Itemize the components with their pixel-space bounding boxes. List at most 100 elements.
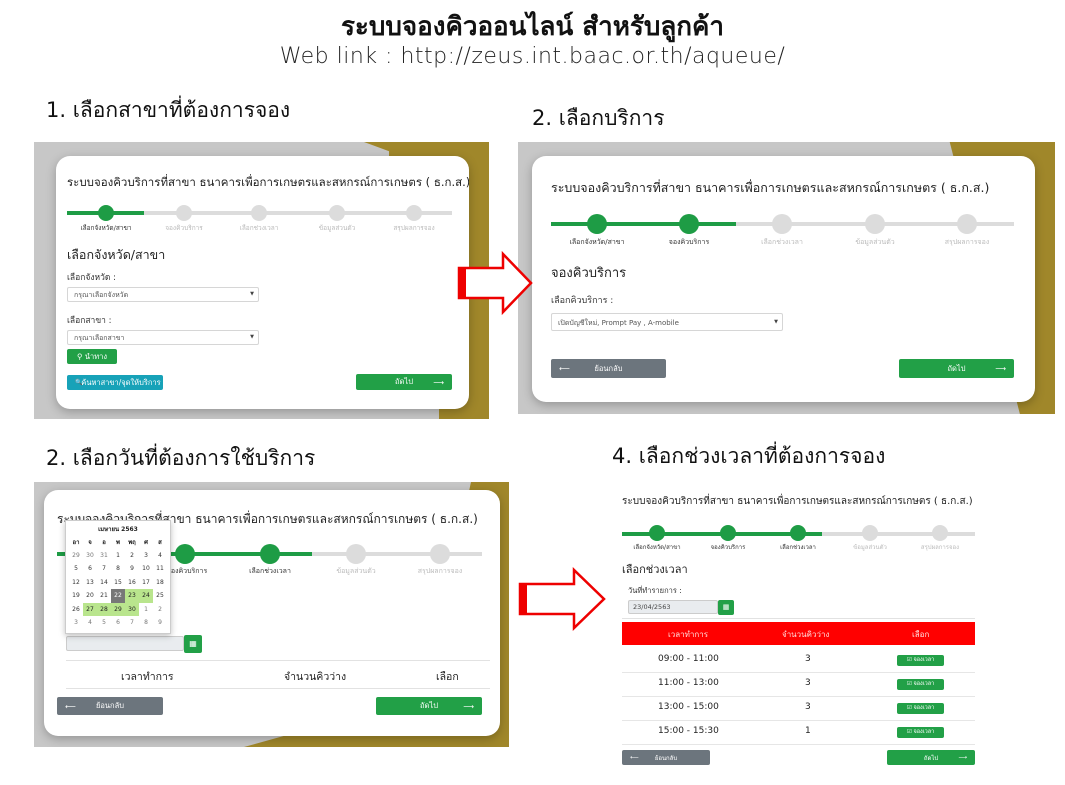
slot-count: 3 [805,702,811,712]
service-select[interactable]: เปิดบัญชีใหม่, Prompt Pay , A-mobile ▼ [551,313,783,331]
calendar-day[interactable]: 26 [69,603,83,617]
branch-placeholder: กรุณาเลือกสาขา [74,334,125,342]
step-dot-2 [679,214,699,234]
calendar-day[interactable]: 21 [97,589,111,603]
navigate-button[interactable]: ⚲ นำทาง [67,349,117,364]
step-dot-3 [772,214,792,234]
calendar-day[interactable]: 31 [97,549,111,563]
search-branch-button[interactable]: 🔍 ค้นหาสาขา/จุดให้บริการ [67,375,163,390]
branch-select[interactable]: กรุณาเลือกสาขา ▼ [67,330,259,345]
book-time-button[interactable]: ☑ จองเวลา [897,679,944,690]
calendar-day[interactable]: 22 [111,589,125,603]
calendar-day[interactable]: 16 [125,576,139,590]
back-button[interactable]: ⟵ ย้อนกลับ [551,359,666,378]
date-picker[interactable]: เมษายน 2563 อาจอพพฤศส 29 30 31 1 2 3 4 5 6 7 8 9 10 11… [65,520,171,634]
calendar-day[interactable]: 7 [125,616,139,630]
calendar-day[interactable]: 25 [153,589,167,603]
calendar-day[interactable]: 19 [69,589,83,603]
arrow-right-icon: ⟶ [433,377,444,387]
calendar-day[interactable]: 9 [125,562,139,576]
back-button[interactable]: ⟵ ย้อนกลับ [57,697,163,715]
calendar-icon[interactable]: ▦ [184,635,202,653]
card-title: ระบบจองคิวบริการที่สาขา ธนาคารเพื่อการเก… [551,180,990,195]
calendar-icon[interactable]: ▦ [718,600,734,615]
step2-heading: 2. เลือกบริการ [532,106,665,130]
calendar-day[interactable]: 6 [83,562,97,576]
caret-down-icon: ▼ [774,319,778,325]
weekday-header: ศ [144,538,148,546]
book-time-button[interactable]: ☑ จองเวลา [897,727,944,738]
web-link[interactable]: Web link : http://zeus.int.baac.or.th/aq… [0,44,1065,69]
step-dot-3 [251,205,267,221]
date-card: ระบบจองคิวบริการที่สาขา ธนาคารเพื่อการเก… [44,490,500,736]
section-title: เลือกจังหวัด/สาขา [67,247,166,262]
step-label-1: เลือกจังหวัด/สาขา [633,544,681,551]
time-row: 13:00 - 15:00 3 ☑ จองเวลา [622,697,975,721]
calendar-day[interactable]: 8 [139,616,153,630]
navigate-label: นำทาง [84,351,108,361]
calendar-day[interactable]: 11 [153,562,167,576]
calendar-day[interactable]: 23 [125,589,139,603]
calendar-day[interactable]: 12 [69,576,83,590]
calendar-grid[interactable]: อาจอพพฤศส 29 30 31 1 2 3 4 5 6 7 8 9 10 11 12 13 14 15 16 17… [69,535,167,630]
calendar-day[interactable]: 5 [69,562,83,576]
check-icon: ☑ [906,681,912,687]
calendar-day[interactable]: 2 [153,603,167,617]
calendar-day[interactable]: 17 [139,576,153,590]
calendar-day[interactable]: 5 [97,616,111,630]
next-button[interactable]: ถัดไป ⟶ [887,750,975,765]
calendar-day[interactable]: 24 [139,589,153,603]
card-title: ระบบจองคิวบริการที่สาขา ธนาคารเพื่อการเก… [622,496,973,507]
calendar-day[interactable]: 8 [111,562,125,576]
step-dot-1 [98,205,114,221]
step-label-5: สรุปผลการจอง [393,224,435,232]
calendar-day[interactable]: 29 [111,602,125,616]
calendar-day[interactable]: 27 [83,602,97,616]
calendar-day[interactable]: 20 [83,589,97,603]
panel-select-date: ระบบจองคิวบริการที่สาขา ธนาคารเพื่อการเก… [34,482,509,747]
weekday-header: อา [72,538,80,546]
calendar-day[interactable]: 7 [97,562,111,576]
calendar-day[interactable]: 18 [153,576,167,590]
calendar-day[interactable]: 15 [111,576,125,590]
step-label-4: ข้อมูลส่วนตัว [853,544,887,551]
next-button[interactable]: ถัดไป ⟶ [899,359,1014,378]
date-input[interactable]: 23/04/2563 [628,600,718,614]
arrow-right-icon: ⟶ [958,754,967,761]
book-time-button[interactable]: ☑ จองเวลา [897,703,944,714]
check-icon: ☑ [906,705,912,711]
province-select[interactable]: กรุณาเลือกจังหวัด ▼ [67,287,259,302]
calendar-day[interactable]: 30 [83,549,97,563]
step-dot-1 [587,214,607,234]
step-label-1: เลือกจังหวัด/สาขา [569,238,625,246]
calendar-day[interactable]: 13 [83,576,97,590]
col-time: เวลาทำการ [121,671,174,683]
calendar-day[interactable]: 30 [125,602,139,616]
calendar-day[interactable]: 10 [139,562,153,576]
calendar-day[interactable]: 9 [153,616,167,630]
calendar-day[interactable]: 3 [139,549,153,563]
back-button[interactable]: ⟵ ย้อนกลับ [622,750,710,765]
weekday-header: พ [116,538,120,546]
book-time-button[interactable]: ☑ จองเวลา [897,655,944,666]
calendar-day[interactable]: 14 [97,576,111,590]
slot-time: 11:00 - 13:00 [658,678,719,688]
calendar-day[interactable]: 4 [83,616,97,630]
date-input[interactable] [66,636,184,651]
col-select: เลือก [912,630,930,639]
calendar-day[interactable]: 28 [97,602,111,616]
calendar-day[interactable]: 1 [111,549,125,563]
next-button[interactable]: ถัดไป ⟶ [356,374,452,390]
calendar-day[interactable]: 2 [125,549,139,563]
next-button[interactable]: ถัดไป ⟶ [376,697,482,715]
panel-select-time: ระบบจองคิวบริการที่สาขา ธนาคารเพื่อการเก… [612,482,992,772]
calendar-day[interactable]: 29 [69,549,83,563]
slot-count: 3 [805,678,811,688]
step-label-3: เลือกช่วงเวลา [249,567,291,575]
calendar-day[interactable]: 1 [139,603,153,617]
calendar-day[interactable]: 4 [153,549,167,563]
calendar-day[interactable]: 3 [69,616,83,630]
calendar-day[interactable]: 6 [111,616,125,630]
step-dot-4 [346,544,366,564]
step-label-5: สรุปผลการจอง [920,544,960,551]
